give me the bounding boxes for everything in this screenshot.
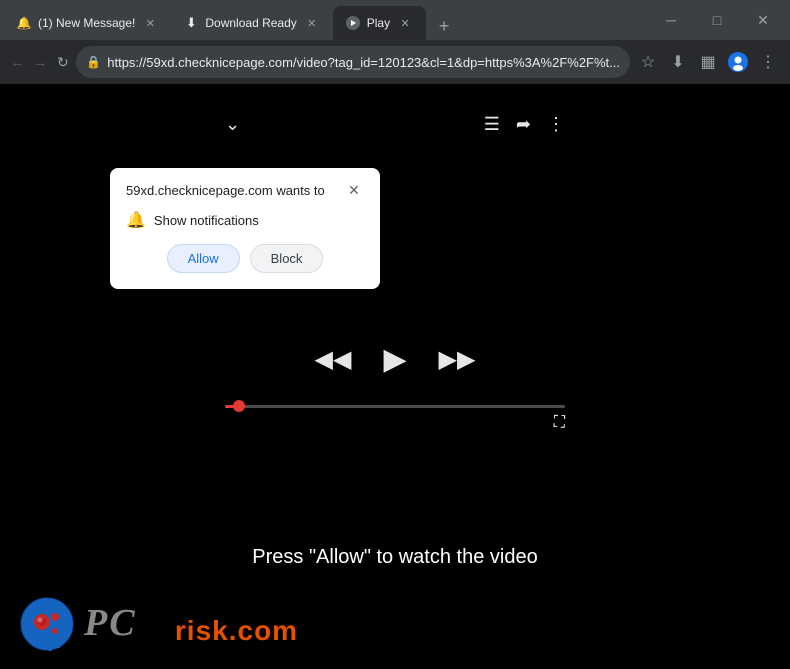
progress-bottom: ⛶ [225, 414, 565, 432]
notification-popup: 59xd.checknicepage.com wants to ✕ 🔔 Show… [110, 168, 380, 289]
address-text: https://59xd.checknicepage.com/video?tag… [107, 55, 620, 70]
reload-button[interactable]: ↻ [54, 48, 73, 76]
block-button[interactable]: Block [250, 244, 324, 273]
playlist-icon[interactable]: ☰ [484, 114, 500, 135]
progress-track [225, 405, 565, 408]
tab-download-title: Download Ready [205, 16, 296, 30]
minimize-button[interactable]: ─ [648, 3, 694, 37]
share-icon[interactable]: ➦ [516, 114, 531, 135]
security-icon: 🔒 [86, 55, 101, 69]
more-menu-icon[interactable]: ⋮ [754, 48, 782, 76]
tab-message-title: (1) New Message! [38, 16, 135, 30]
close-window-button[interactable]: ✕ [740, 3, 786, 37]
back-button[interactable]: ← [8, 48, 27, 76]
popup-actions: Allow Block [126, 244, 364, 273]
address-box[interactable]: 🔒 https://59xd.checknicepage.com/video?t… [76, 46, 630, 78]
page-content: ⌄ ☰ ➦ ⋮ ◀◀ ▶ ▶▶ ⛶ Press "Allow" to watch… [0, 84, 790, 669]
watermark-pc: PC [84, 611, 175, 647]
new-tab-button[interactable]: + [430, 12, 458, 40]
profile-icon[interactable] [724, 48, 752, 76]
tab-play-favicon [345, 15, 361, 31]
popup-header: 59xd.checknicepage.com wants to ✕ [126, 180, 364, 200]
player-top-controls: ⌄ ☰ ➦ ⋮ [225, 114, 565, 135]
more-options-icon[interactable]: ⋮ [547, 114, 565, 135]
player-icon-group: ☰ ➦ ⋮ [484, 114, 565, 135]
forward-button[interactable]: → [31, 48, 50, 76]
fullscreen-icon[interactable]: ⛶ [554, 414, 565, 432]
watermark: PC risk.com [20, 597, 298, 651]
bell-icon: 🔔 [126, 210, 146, 230]
progress-thumb[interactable] [233, 400, 245, 412]
bookmark-star-icon[interactable]: ☆ [634, 48, 662, 76]
tab-download-favicon: ⬇ [183, 15, 199, 31]
skip-back-button[interactable]: ◀◀ [315, 345, 352, 374]
maximize-button[interactable]: □ [694, 3, 740, 37]
browser-chrome: 🔔 (1) New Message! ✕ ⬇ Download Ready ✕ … [0, 0, 790, 84]
tab-message-close[interactable]: ✕ [141, 14, 159, 32]
allow-button[interactable]: Allow [167, 244, 240, 273]
toolbar-right: ☆ ⬇ ▦ ⋮ [634, 48, 782, 76]
watermark-risk: risk.com [175, 615, 298, 646]
tab-bar: 🔔 (1) New Message! ✕ ⬇ Download Ready ✕ … [0, 0, 648, 40]
address-bar-row: ← → ↻ 🔒 https://59xd.checknicepage.com/v… [0, 40, 790, 84]
watermark-logo [20, 597, 74, 651]
tab-play[interactable]: Play ✕ [333, 6, 426, 40]
window-controls: ─ □ ✕ [648, 3, 790, 37]
tab-download[interactable]: ⬇ Download Ready ✕ [171, 6, 332, 40]
tab-play-close[interactable]: ✕ [396, 14, 414, 32]
player-main-controls: ◀◀ ▶ ▶▶ [315, 342, 476, 377]
tab-message[interactable]: 🔔 (1) New Message! ✕ [4, 6, 171, 40]
skip-forward-button[interactable]: ▶▶ [439, 345, 476, 374]
video-prompt-text: Press "Allow" to watch the video [252, 546, 537, 569]
popup-title: 59xd.checknicepage.com wants to [126, 183, 325, 198]
tab-bar-row: 🔔 (1) New Message! ✕ ⬇ Download Ready ✕ … [0, 0, 790, 40]
svg-text:PC: PC [84, 602, 137, 640]
progress-bar[interactable] [225, 405, 565, 408]
permission-label: Show notifications [154, 213, 259, 228]
watermark-text-container: PC risk.com [84, 600, 298, 648]
tab-play-title: Play [367, 16, 390, 30]
tab-message-favicon: 🔔 [16, 15, 32, 31]
popup-permission-row: 🔔 Show notifications [126, 210, 364, 230]
tab-download-close[interactable]: ✕ [303, 14, 321, 32]
browser-panel-icon[interactable]: ▦ [694, 48, 722, 76]
chevron-down-icon[interactable]: ⌄ [225, 114, 240, 135]
play-button[interactable]: ▶ [383, 342, 406, 377]
popup-close-button[interactable]: ✕ [344, 180, 364, 200]
download-icon[interactable]: ⬇ [664, 48, 692, 76]
